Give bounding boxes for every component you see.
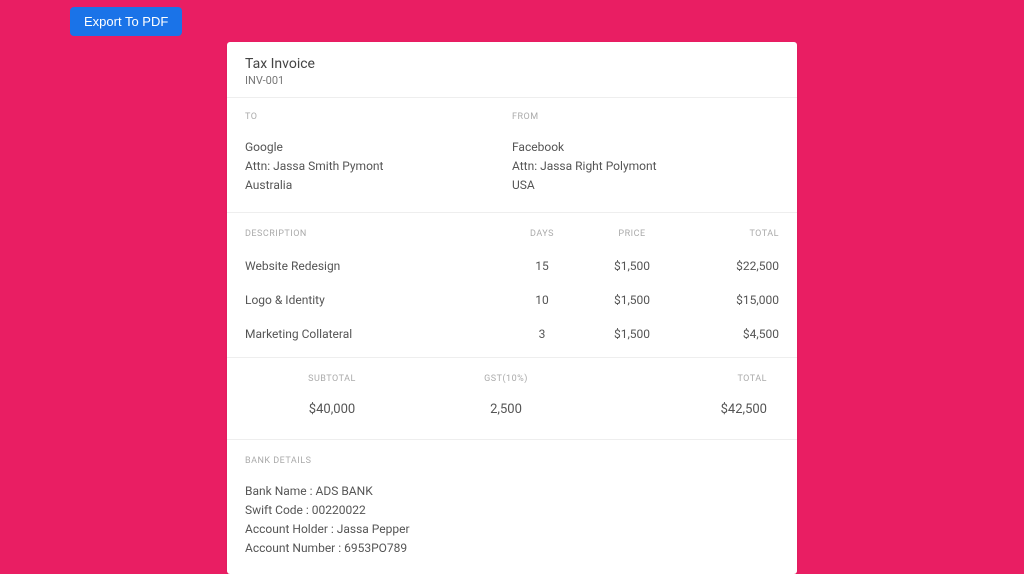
from-company: Facebook (512, 138, 779, 157)
invoice-title: Tax Invoice (245, 56, 779, 72)
subtotal-value: $40,000 (245, 402, 419, 417)
item-days: 15 (507, 249, 577, 283)
invoice-card: Tax Invoice INV-001 TO Google Attn: Jass… (227, 42, 797, 574)
item-total: $15,000 (687, 283, 797, 317)
addresses-section: TO Google Attn: Jassa Smith Pymont Austr… (227, 98, 797, 213)
totals-row: SUBTOTAL $40,000 GST(10%) 2,500 TOTAL $4… (227, 357, 797, 440)
item-price: $1,500 (577, 283, 687, 317)
total-col: TOTAL $42,500 (593, 374, 779, 417)
to-column: TO Google Attn: Jassa Smith Pymont Austr… (245, 112, 512, 196)
col-price: PRICE (577, 213, 687, 249)
item-days: 3 (507, 317, 577, 357)
col-description: DESCRIPTION (227, 213, 507, 249)
bank-holder: Account Holder : Jassa Pepper (245, 520, 779, 539)
table-row: Marketing Collateral 3 $1,500 $4,500 (227, 317, 797, 357)
item-days: 10 (507, 283, 577, 317)
table-row: Website Redesign 15 $1,500 $22,500 (227, 249, 797, 283)
gst-col: GST(10%) 2,500 (419, 374, 593, 417)
total-value: $42,500 (593, 402, 767, 417)
from-country: USA (512, 176, 779, 195)
subtotal-label: SUBTOTAL (245, 374, 419, 384)
invoice-number: INV-001 (245, 74, 779, 87)
item-description: Logo & Identity (227, 283, 507, 317)
from-column: FROM Facebook Attn: Jassa Right Polymont… (512, 112, 779, 196)
item-description: Marketing Collateral (227, 317, 507, 357)
from-attn: Attn: Jassa Right Polymont (512, 157, 779, 176)
bank-name: Bank Name : ADS BANK (245, 482, 779, 501)
total-label: TOTAL (593, 374, 767, 384)
col-days: DAYS (507, 213, 577, 249)
to-company: Google (245, 138, 512, 157)
bank-label: BANK DETAILS (245, 456, 779, 466)
to-country: Australia (245, 176, 512, 195)
item-description: Website Redesign (227, 249, 507, 283)
to-attn: Attn: Jassa Smith Pymont (245, 157, 512, 176)
gst-label: GST(10%) (419, 374, 593, 384)
col-total: TOTAL (687, 213, 797, 249)
invoice-header: Tax Invoice INV-001 (227, 42, 797, 98)
subtotal-col: SUBTOTAL $40,000 (245, 374, 419, 417)
gst-value: 2,500 (419, 402, 593, 417)
to-label: TO (245, 112, 512, 122)
item-total: $4,500 (687, 317, 797, 357)
export-pdf-button[interactable]: Export To PDF (70, 7, 182, 36)
bank-swift: Swift Code : 00220022 (245, 501, 779, 520)
bank-number: Account Number : 6953PO789 (245, 539, 779, 558)
bank-details: BANK DETAILS Bank Name : ADS BANK Swift … (227, 440, 797, 574)
items-table: DESCRIPTION DAYS PRICE TOTAL Website Red… (227, 213, 797, 357)
item-price: $1,500 (577, 317, 687, 357)
table-row: Logo & Identity 10 $1,500 $15,000 (227, 283, 797, 317)
item-price: $1,500 (577, 249, 687, 283)
item-total: $22,500 (687, 249, 797, 283)
from-label: FROM (512, 112, 779, 122)
